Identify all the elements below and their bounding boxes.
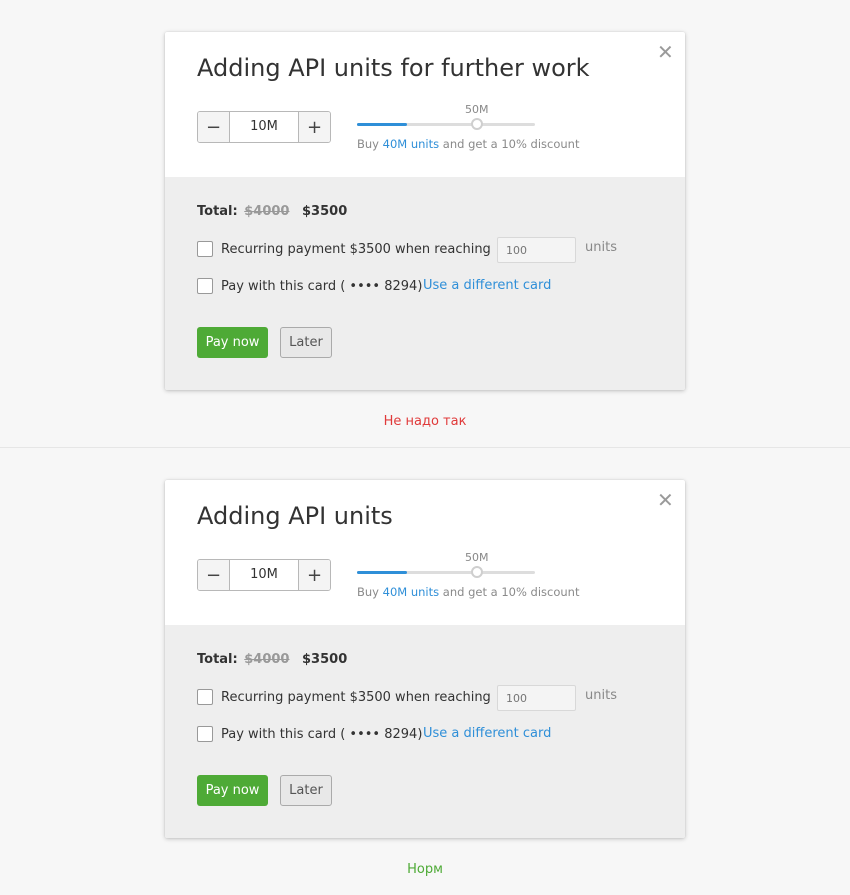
hint-units-link[interactable]: 40M units: [383, 585, 439, 599]
recurring-checkbox[interactable]: [197, 241, 213, 257]
slider-fill: [357, 123, 407, 126]
recurring-checkbox[interactable]: [197, 689, 213, 705]
verdict-caption: Норм: [407, 862, 443, 877]
hint-suffix: and get a 10% discount: [439, 585, 580, 599]
later-button[interactable]: Later: [280, 327, 332, 358]
decrement-button[interactable]: −: [198, 560, 230, 590]
pay-now-button[interactable]: Pay now: [197, 327, 268, 358]
old-price: $4000: [244, 652, 290, 667]
recurring-label: Recurring payment $3500 when reaching: [221, 241, 491, 257]
example-good: ✕ Adding API units − 10M + 50M Buy 40M u…: [0, 448, 850, 895]
increment-button[interactable]: +: [298, 112, 330, 142]
discount-hint: Buy 40M units and get a 10% discount: [357, 585, 579, 599]
units-label: units: [585, 688, 617, 703]
card-checkbox[interactable]: [197, 726, 213, 742]
units-slider[interactable]: [357, 571, 535, 574]
new-price: $3500: [302, 204, 348, 219]
different-card-link[interactable]: Use a different card: [423, 726, 551, 741]
total-label: Total:: [197, 652, 238, 667]
example-bad: ✕ Adding API units for further work − 10…: [0, 0, 850, 447]
modal-dialog: ✕ Adding API units − 10M + 50M Buy 40M u…: [165, 480, 685, 838]
close-icon[interactable]: ✕: [657, 40, 674, 64]
increment-button[interactable]: +: [298, 560, 330, 590]
units-threshold-input[interactable]: [497, 685, 576, 711]
new-price: $3500: [302, 652, 348, 667]
recurring-row: Recurring payment $3500 when reaching: [197, 240, 491, 258]
units-threshold-input[interactable]: [497, 237, 576, 263]
hint-prefix: Buy: [357, 585, 383, 599]
total-label: Total:: [197, 204, 238, 219]
slider-fill: [357, 571, 407, 574]
modal-dialog: ✕ Adding API units for further work − 10…: [165, 32, 685, 390]
quantity-value[interactable]: 10M: [230, 560, 298, 590]
payment-panel: Total: $4000 $3500 Recurring payment $35…: [165, 177, 685, 390]
quantity-value[interactable]: 10M: [230, 112, 298, 142]
units-label: units: [585, 240, 617, 255]
quantity-stepper: − 10M +: [197, 559, 331, 591]
decrement-button[interactable]: −: [198, 112, 230, 142]
hint-suffix: and get a 10% discount: [439, 137, 580, 151]
recurring-row: Recurring payment $3500 when reaching: [197, 688, 491, 706]
total-line: Total: $4000 $3500: [197, 652, 347, 667]
total-line: Total: $4000 $3500: [197, 204, 347, 219]
discount-hint: Buy 40M units and get a 10% discount: [357, 137, 579, 151]
close-icon[interactable]: ✕: [657, 488, 674, 512]
hint-units-link[interactable]: 40M units: [383, 137, 439, 151]
hint-prefix: Buy: [357, 137, 383, 151]
old-price: $4000: [244, 204, 290, 219]
recurring-label: Recurring payment $3500 when reaching: [221, 689, 491, 705]
card-label: Pay with this card ( •••• 8294): [221, 726, 423, 742]
card-label: Pay with this card ( •••• 8294): [221, 278, 423, 294]
dialog-title: Adding API units: [197, 502, 393, 530]
quantity-stepper: − 10M +: [197, 111, 331, 143]
pay-now-button[interactable]: Pay now: [197, 775, 268, 806]
different-card-link[interactable]: Use a different card: [423, 278, 551, 293]
dialog-title: Adding API units for further work: [197, 54, 590, 82]
later-button[interactable]: Later: [280, 775, 332, 806]
card-row: Pay with this card ( •••• 8294): [197, 725, 422, 743]
card-checkbox[interactable]: [197, 278, 213, 294]
units-slider[interactable]: [357, 123, 535, 126]
slider-handle[interactable]: [471, 118, 483, 130]
slider-label: 50M: [465, 551, 489, 564]
verdict-caption: Не надо так: [383, 414, 467, 429]
slider-label: 50M: [465, 103, 489, 116]
slider-handle[interactable]: [471, 566, 483, 578]
payment-panel: Total: $4000 $3500 Recurring payment $35…: [165, 625, 685, 838]
card-row: Pay with this card ( •••• 8294): [197, 277, 422, 295]
